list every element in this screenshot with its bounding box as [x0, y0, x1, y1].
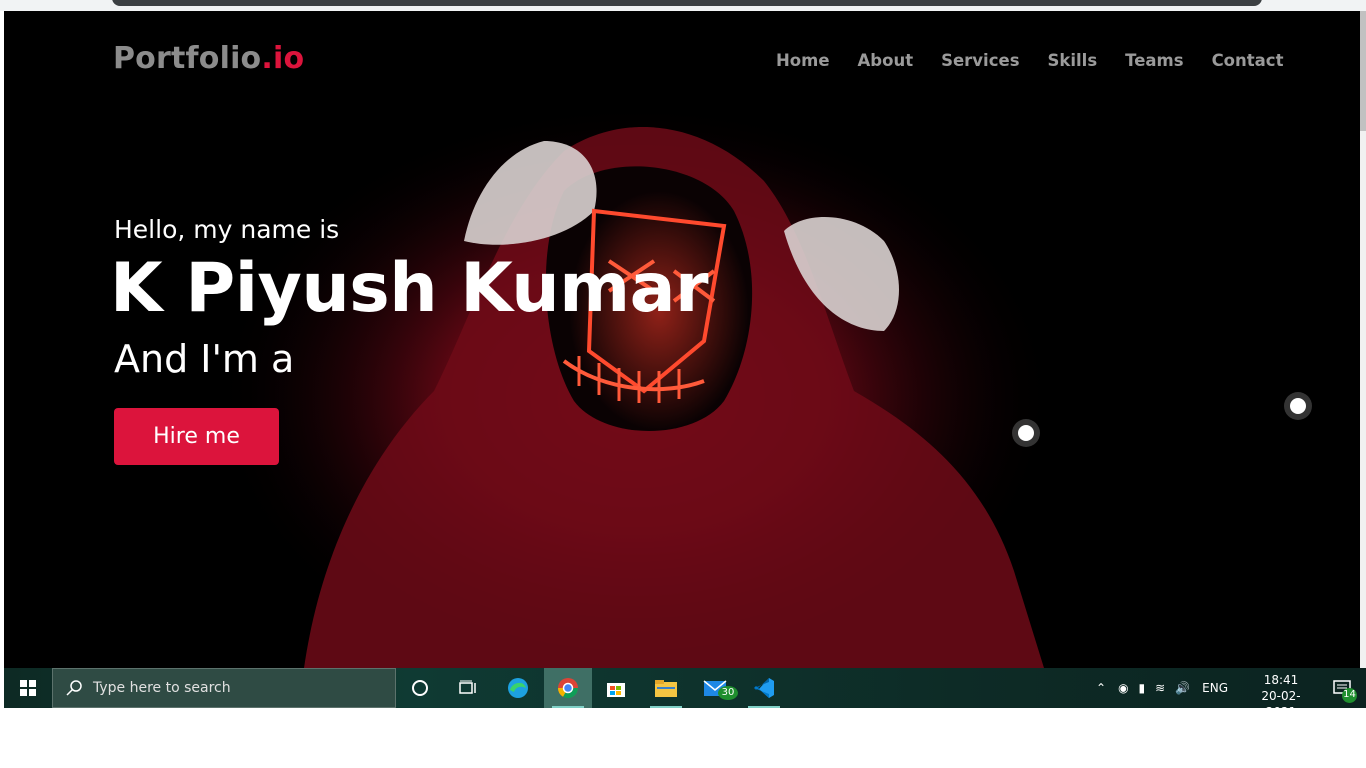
volume-icon[interactable]: 🔊	[1175, 681, 1190, 695]
battery-icon[interactable]: ▮	[1139, 681, 1146, 695]
hero-name: K Piyush Kumar	[110, 249, 709, 328]
logo-accent: .io	[261, 41, 305, 76]
hire-me-button[interactable]: Hire me	[114, 408, 279, 465]
language-indicator[interactable]: ENG	[1202, 681, 1228, 695]
vscode-icon[interactable]	[740, 668, 788, 708]
action-center-icon[interactable]: 14	[1318, 668, 1366, 708]
main-nav: Home About Services Skills Teams Contact	[776, 51, 1311, 70]
scrollbar-thumb[interactable]	[1360, 11, 1366, 131]
chrome-browser-icon[interactable]	[544, 668, 592, 708]
logo-main: Portfolio	[113, 41, 262, 76]
portfolio-page: Portfolio.io Home About Services Skills …	[4, 11, 1360, 668]
hero-greeting: Hello, my name is	[114, 215, 340, 244]
windows-taskbar: Type here to search 30 ⌃ ◉ ▮ ≋ 🔊 ENG 18:…	[4, 668, 1366, 719]
nav-services[interactable]: Services	[941, 51, 1019, 70]
taskbar-search-input[interactable]: Type here to search	[52, 668, 396, 708]
nav-skills[interactable]: Skills	[1048, 51, 1098, 70]
cortana-icon[interactable]	[396, 668, 444, 708]
clock-time: 18:41	[1263, 673, 1299, 687]
hero-role: And I'm a	[114, 337, 295, 381]
store-icon[interactable]	[592, 668, 640, 708]
mail-icon[interactable]: 30	[692, 668, 740, 708]
task-view-icon[interactable]	[444, 668, 492, 708]
page-scrollbar[interactable]	[1360, 11, 1366, 668]
show-hidden-icons-icon[interactable]: ⌃	[1096, 681, 1106, 695]
search-icon	[66, 680, 82, 696]
windows-start-icon[interactable]	[4, 668, 52, 708]
search-placeholder: Type here to search	[93, 680, 231, 696]
browser-top-strip	[0, 0, 1366, 11]
site-logo[interactable]: Portfolio.io	[113, 41, 304, 76]
notification-badge: 14	[1342, 688, 1357, 703]
nav-teams[interactable]: Teams	[1125, 51, 1183, 70]
nav-home[interactable]: Home	[776, 51, 830, 70]
address-bar[interactable]	[112, 0, 1262, 6]
meet-now-icon[interactable]: ◉	[1118, 681, 1128, 695]
file-explorer-icon[interactable]	[642, 668, 690, 708]
mail-badge: 30	[718, 686, 738, 700]
below-screen-area	[0, 708, 1366, 768]
nav-about[interactable]: About	[858, 51, 914, 70]
nav-contact[interactable]: Contact	[1212, 51, 1284, 70]
system-tray: ⌃ ◉ ▮ ≋ 🔊 ENG	[1096, 668, 1228, 708]
edge-browser-icon[interactable]	[494, 668, 542, 708]
wifi-icon[interactable]: ≋	[1155, 681, 1165, 695]
